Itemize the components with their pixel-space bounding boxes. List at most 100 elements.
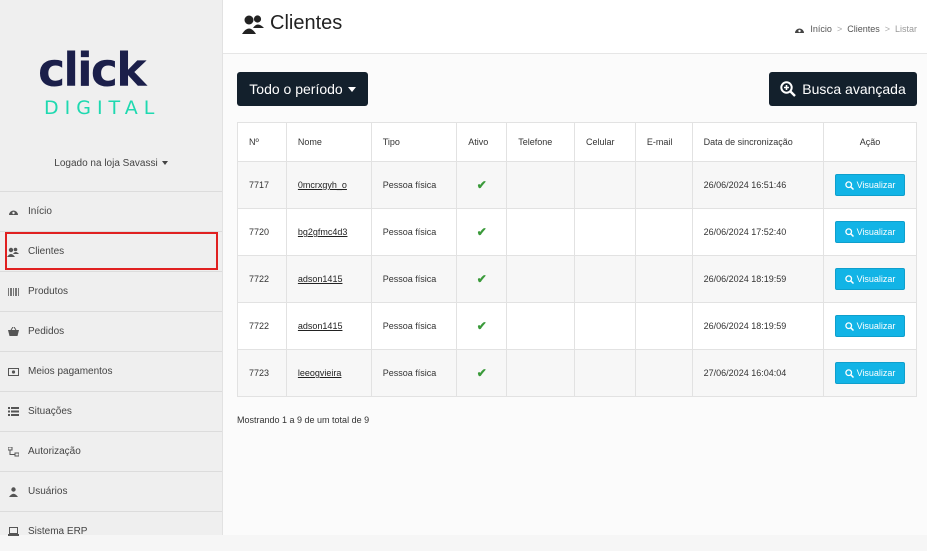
sidebar-item-label: Situações <box>28 406 72 417</box>
users-icon <box>7 247 19 257</box>
store-selector[interactable]: Logado na loja Savassi <box>0 158 222 169</box>
cell-type: Pessoa física <box>370 208 458 256</box>
page-title-text: Clientes <box>270 12 343 34</box>
cell-phone <box>506 255 576 303</box>
cell-sync-date: 26/06/2024 17:52:40 <box>691 208 825 256</box>
view-button[interactable]: Visualizar <box>835 268 905 290</box>
cell-type: Pessoa física <box>370 161 458 209</box>
breadcrumb-section[interactable]: Clientes <box>847 24 880 34</box>
cell-name: adson1415 <box>285 302 372 350</box>
cell-phone <box>506 302 576 350</box>
clients-table: Nº Nome Tipo Ativo Telefone Celular E-ma… <box>237 122 917 397</box>
client-name-link[interactable]: bg2gfmc4d3 <box>298 227 348 237</box>
view-button[interactable]: Visualizar <box>835 221 905 243</box>
breadcrumb: Início > Clientes > Listar <box>794 24 917 34</box>
table-row: 7720 bg2gfmc4d3 Pessoa física ✔ 26/06/20… <box>237 208 917 256</box>
column-header-phone[interactable]: Telefone <box>506 122 576 162</box>
cell-number: 7722 <box>237 255 287 303</box>
click-digital-logo[interactable]: click DIGITAL <box>38 44 183 116</box>
cell-name: bg2gfmc4d3 <box>285 208 372 256</box>
users-icon <box>242 14 264 34</box>
check-icon: ✔ <box>476 366 487 380</box>
page-title: Clientes <box>242 12 342 35</box>
dashboard-icon <box>7 207 19 217</box>
cell-type: Pessoa física <box>370 302 458 350</box>
laptop-icon <box>7 527 19 537</box>
cell-active: ✔ <box>456 161 508 209</box>
sidebar-item-situacoes[interactable]: Situações <box>0 391 222 431</box>
cell-type: Pessoa física <box>370 349 458 397</box>
cell-sync-date: 27/06/2024 16:04:04 <box>691 349 825 397</box>
caret-down-icon <box>161 161 168 166</box>
sidebar-item-label: Usuários <box>28 486 68 497</box>
view-button-label: Visualizar <box>856 368 896 378</box>
client-name-link[interactable]: adson1415 <box>298 321 343 331</box>
main-content: Clientes Início > Clientes > Listar Todo… <box>223 0 927 535</box>
view-button-label: Visualizar <box>856 180 896 190</box>
sidebar-item-label: Pedidos <box>28 326 65 337</box>
column-header-mobile[interactable]: Celular <box>574 122 636 162</box>
cell-phone <box>506 208 576 256</box>
column-header-name[interactable]: Nome <box>285 122 372 162</box>
table-row: 7717 0mcrxgyh_o Pessoa física ✔ 26/06/20… <box>237 161 917 209</box>
cell-name: 0mcrxgyh_o <box>285 161 372 209</box>
cell-action: Visualizar <box>823 208 917 256</box>
cell-active: ✔ <box>456 349 508 397</box>
search-icon <box>844 180 854 190</box>
view-button[interactable]: Visualizar <box>835 315 905 337</box>
sidebar-item-meios-pagamentos[interactable]: Meios pagamentos <box>0 351 222 391</box>
client-name-link[interactable]: 0mcrxgyh_o <box>298 180 347 190</box>
cell-action: Visualizar <box>823 349 917 397</box>
table-row: 7722 adson1415 Pessoa física ✔ 26/06/202… <box>237 302 917 350</box>
search-icon <box>844 321 854 331</box>
search-icon <box>844 274 854 284</box>
column-header-type[interactable]: Tipo <box>370 122 458 162</box>
column-header-email[interactable]: E-mail <box>634 122 693 162</box>
view-button[interactable]: Visualizar <box>835 174 905 196</box>
cell-active: ✔ <box>456 208 508 256</box>
store-label: Logado na loja Savassi <box>54 158 158 169</box>
column-header-sync-date[interactable]: Data de sincronização <box>691 122 825 162</box>
column-header-action: Ação <box>823 122 917 162</box>
svg-text:DIGITAL: DIGITAL <box>44 97 160 116</box>
view-button-label: Visualizar <box>856 274 896 284</box>
column-header-number[interactable]: Nº <box>237 122 287 162</box>
sidebar-item-usuarios[interactable]: Usuários <box>0 471 222 511</box>
view-button[interactable]: Visualizar <box>835 362 905 384</box>
breadcrumb-home[interactable]: Início <box>810 24 832 34</box>
search-plus-icon <box>780 81 797 97</box>
sidebar-item-produtos[interactable]: Produtos <box>0 271 222 311</box>
sidebar-item-autorizacao[interactable]: Autorização <box>0 431 222 471</box>
barcode-icon <box>7 287 19 297</box>
sidebar-item-pedidos[interactable]: Pedidos <box>0 311 222 351</box>
cell-sync-date: 26/06/2024 16:51:46 <box>691 161 825 209</box>
sidebar-menu: Início Clientes Produtos Pedidos Meios p… <box>0 191 222 551</box>
cell-number: 7723 <box>237 349 287 397</box>
pagination-summary: Mostrando 1 a 9 de um total de 9 <box>237 415 370 425</box>
sidebar-item-label: Início <box>28 206 52 217</box>
money-icon <box>7 367 19 377</box>
period-dropdown-button[interactable]: Todo o período <box>237 72 368 106</box>
period-label: Todo o período <box>249 81 343 97</box>
cell-email <box>634 349 693 397</box>
table-header-row: Nº Nome Tipo Ativo Telefone Celular E-ma… <box>237 122 917 162</box>
sidebar-item-label: Clientes <box>28 246 65 257</box>
client-name-link[interactable]: adson1415 <box>298 274 343 284</box>
client-name-link[interactable]: leeogvieira <box>298 368 342 378</box>
advanced-search-button[interactable]: Busca avançada <box>769 72 917 106</box>
cell-email <box>634 302 693 350</box>
sidebar-item-inicio[interactable]: Início <box>0 191 222 231</box>
sidebar-item-clientes[interactable]: Clientes <box>0 231 222 271</box>
cell-number: 7717 <box>237 161 287 209</box>
sidebar-item-sistema-erp[interactable]: Sistema ERP <box>0 511 222 551</box>
column-header-active[interactable]: Ativo <box>456 122 508 162</box>
basket-icon <box>7 327 19 337</box>
sidebar-item-label: Produtos <box>28 286 69 297</box>
table-row: 7722 adson1415 Pessoa física ✔ 26/06/202… <box>237 255 917 303</box>
cell-mobile <box>574 255 636 303</box>
cell-email <box>634 255 693 303</box>
sitemap-icon <box>7 446 19 457</box>
caret-down-icon <box>347 86 356 92</box>
cell-email <box>634 208 693 256</box>
breadcrumb-current: Listar <box>894 24 917 34</box>
